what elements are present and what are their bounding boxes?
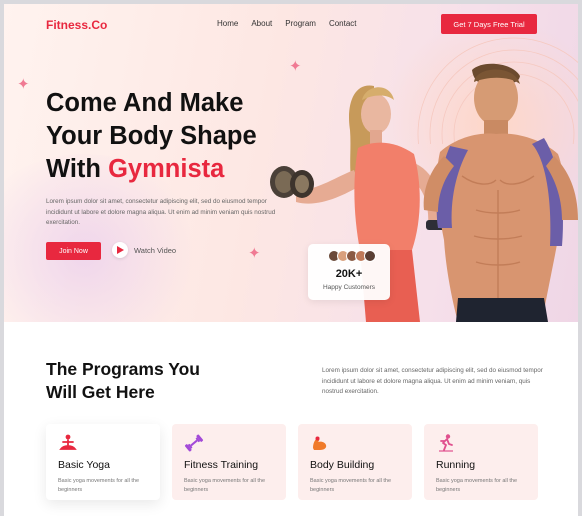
program-card-body-building[interactable]: Body Building Basic yoga movements for a…: [298, 424, 412, 500]
card-description: Basic yoga movements for all the beginne…: [58, 478, 140, 493]
card-description: Basic yoga movements for all the beginne…: [436, 478, 518, 493]
programs-title-line1: The Programs You: [46, 359, 200, 379]
hero-title-line2: Your Body Shape: [46, 122, 257, 150]
programs-title: The Programs You Will Get Here: [46, 358, 246, 404]
card-title: Body Building: [310, 459, 375, 471]
program-card-basic-yoga[interactable]: Basic Yoga Basic yoga movements for all …: [46, 424, 160, 500]
hero-title-line3: With: [46, 155, 109, 183]
card-title: Running: [436, 459, 476, 471]
happy-customers-card: 20K+ Happy Customers: [308, 244, 390, 300]
customer-avatars: [328, 250, 376, 262]
watch-video-button[interactable]: Watch Video: [112, 242, 176, 258]
nav-about[interactable]: About: [251, 19, 272, 28]
card-title: Fitness Training: [184, 459, 259, 471]
play-icon[interactable]: [112, 242, 128, 258]
customers-label: Happy Customers: [322, 284, 376, 291]
main-nav: Home About Program Contact: [217, 19, 357, 28]
avatar: [364, 250, 376, 262]
sparkle-icon: ✦: [17, 76, 30, 93]
card-title: Basic Yoga: [58, 459, 110, 471]
nav-contact[interactable]: Contact: [329, 19, 357, 28]
yoga-icon: [59, 434, 77, 450]
hero-description: Lorem ipsum dolor sit amet, consectetur …: [46, 198, 276, 226]
nav-program[interactable]: Program: [285, 19, 316, 28]
program-card-fitness-training[interactable]: Fitness Training Basic yoga movements fo…: [172, 424, 286, 500]
program-card-running[interactable]: Running Basic yoga movements for all the…: [424, 424, 538, 500]
dumbbell-icon: [184, 434, 204, 452]
running-icon: [439, 434, 453, 452]
free-trial-button[interactable]: Get 7 Days Free Trial: [441, 14, 537, 34]
nav-home[interactable]: Home: [217, 19, 238, 28]
programs-description: Lorem ipsum dolor sit amet, consectetur …: [322, 367, 543, 395]
hero-section: Fitness.Co Home About Program Contact Ge…: [4, 4, 578, 322]
watch-video-label: Watch Video: [134, 245, 177, 255]
landing-page: Fitness.Co Home About Program Contact Ge…: [4, 4, 578, 516]
muscle-icon: [313, 436, 327, 450]
card-description: Basic yoga movements for all the beginne…: [310, 478, 392, 493]
brand-logo[interactable]: Fitness.Co: [46, 18, 107, 32]
hero-title-accent: Gymnista: [108, 155, 225, 183]
hero-title-line1: Come And Make: [46, 89, 244, 117]
programs-title-line2: Will Get Here: [46, 382, 155, 402]
join-now-button[interactable]: Join Now: [46, 242, 101, 260]
customers-count: 20K+: [335, 268, 363, 280]
card-description: Basic yoga movements for all the beginne…: [184, 478, 266, 493]
sparkle-icon: ✦: [248, 245, 261, 262]
